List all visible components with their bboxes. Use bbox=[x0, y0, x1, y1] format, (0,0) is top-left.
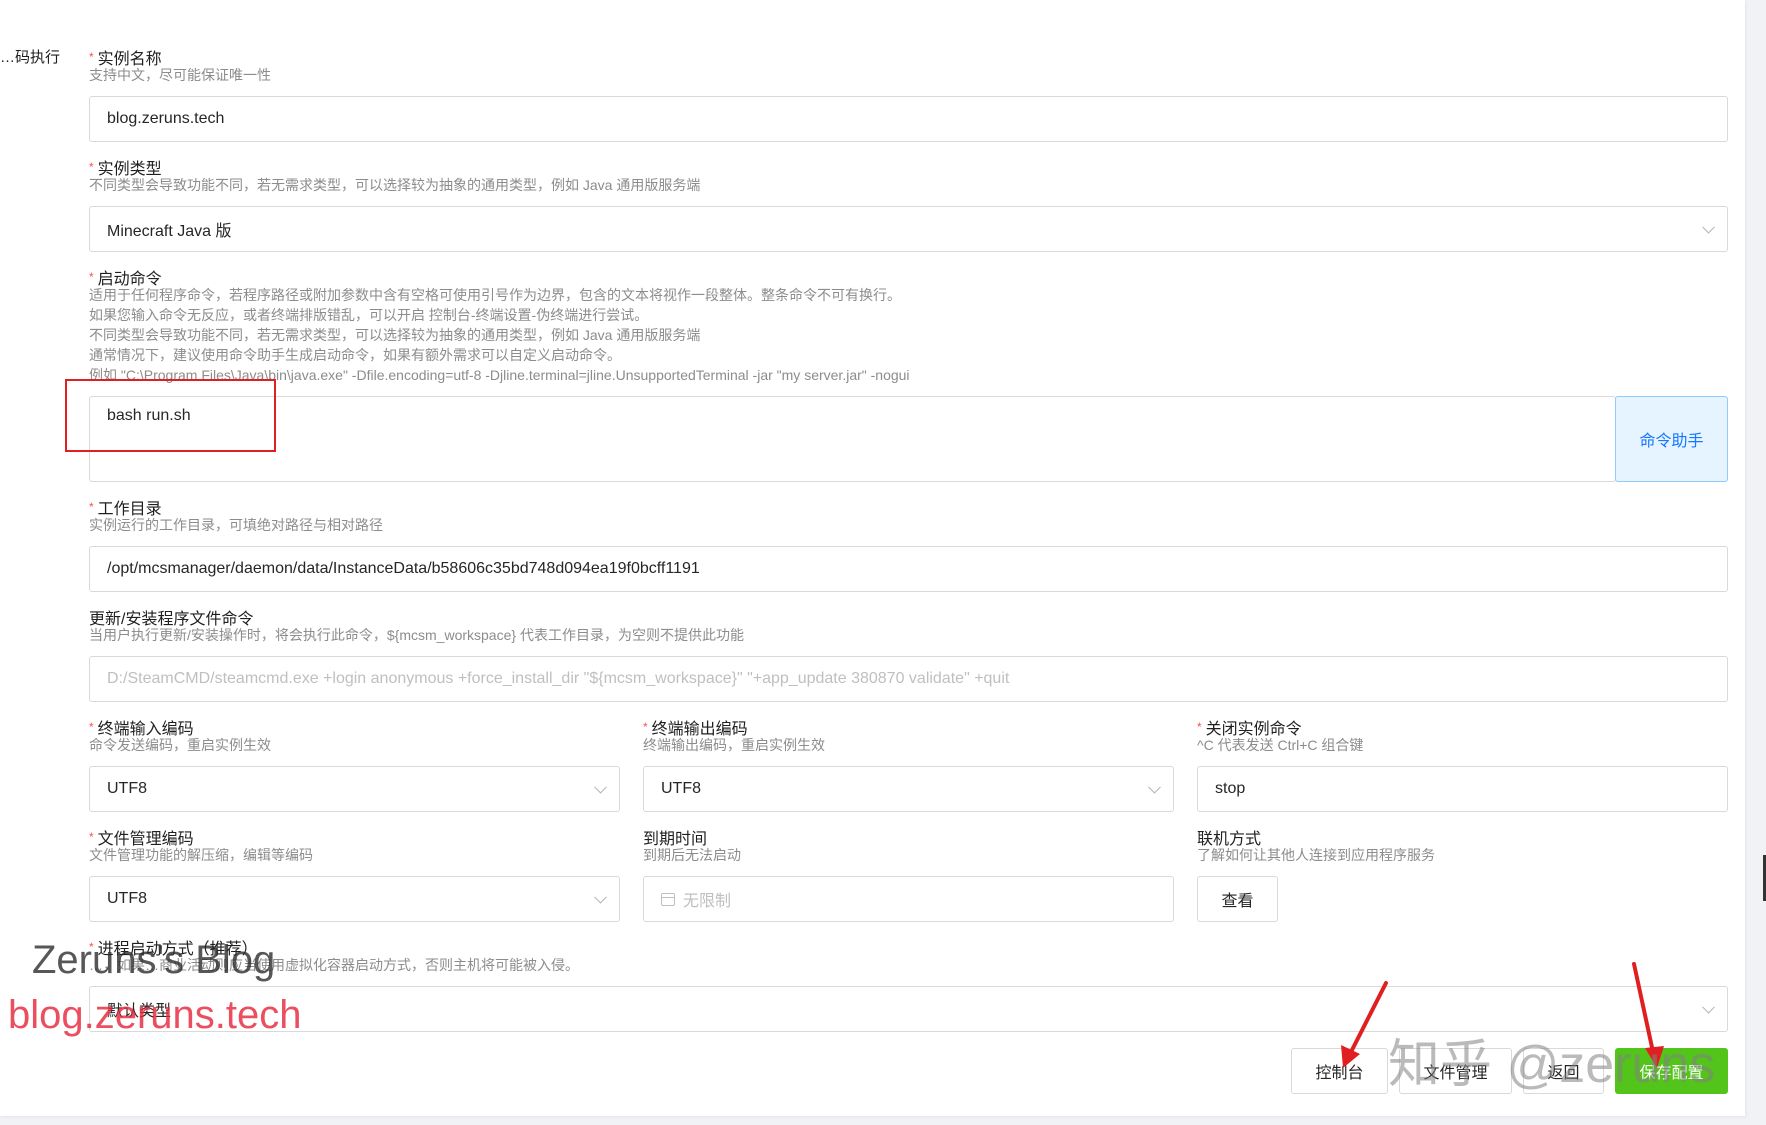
expire-time-placeholder: 无限制 bbox=[683, 893, 732, 910]
file-encoding-select[interactable]: UTF8 bbox=[89, 876, 620, 922]
update-command-help: 当用户执行更新/安装操作时，将会执行此命令，${mcsm_workspace} … bbox=[89, 627, 744, 643]
instance-name-input[interactable]: blog.zeruns.tech bbox=[89, 96, 1728, 142]
start-command-help-3: 不同类型会导致功能不同，若无需求类型，可以选择较为抽象的通用类型，例如 Java… bbox=[89, 327, 701, 343]
back-button[interactable]: 返回 bbox=[1523, 1048, 1604, 1094]
start-command-help-2: 如果您输入命令无反应，或者终端排版错乱，可以开启 控制台-终端设置-伪终端进行尝… bbox=[89, 307, 649, 323]
file-encoding-help: 文件管理功能的解压缩，编辑等编码 bbox=[89, 847, 313, 863]
stop-command-help: ^C 代表发送 Ctrl+C 组合键 bbox=[1197, 737, 1364, 753]
work-dir-help: 实例运行的工作目录，可填绝对路径与相对路径 bbox=[89, 517, 383, 533]
instance-type-value: Minecraft Java 版 bbox=[107, 223, 232, 240]
process-type-select[interactable]: 默认类型 bbox=[89, 986, 1728, 1032]
file-encoding-value: UTF8 bbox=[107, 890, 147, 907]
process-type-help: …，如果…商业活动则应当使用虚拟化容器启动方式，否则主机将可能被入侵。 bbox=[89, 957, 579, 973]
work-dir-input[interactable]: /opt/mcsmanager/daemon/data/InstanceData… bbox=[89, 546, 1728, 592]
output-encoding-value: UTF8 bbox=[661, 780, 701, 797]
output-encoding-help: 终端输出编码，重启实例生效 bbox=[643, 737, 825, 753]
instance-name-help: 支持中文，尽可能保证唯一性 bbox=[89, 67, 271, 83]
expire-time-help: 到期后无法启动 bbox=[643, 847, 741, 863]
update-command-input[interactable]: D:/SteamCMD/steamcmd.exe +login anonymou… bbox=[89, 656, 1728, 702]
file-manage-button[interactable]: 文件管理 bbox=[1399, 1048, 1512, 1094]
calendar-icon bbox=[661, 892, 675, 906]
instance-type-help: 不同类型会导致功能不同，若无需求类型，可以选择较为抽象的通用类型，例如 Java… bbox=[89, 177, 701, 193]
console-button[interactable]: 控制台 bbox=[1291, 1048, 1388, 1094]
chevron-down-icon bbox=[1148, 780, 1161, 794]
chevron-down-icon bbox=[594, 780, 607, 794]
output-encoding-select[interactable]: UTF8 bbox=[643, 766, 1174, 812]
input-encoding-help: 命令发送编码，重启实例生效 bbox=[89, 737, 271, 753]
sidebar-partial-label: …码执行 bbox=[0, 49, 61, 66]
input-encoding-value: UTF8 bbox=[107, 780, 147, 797]
input-encoding-select[interactable]: UTF8 bbox=[89, 766, 620, 812]
save-config-button[interactable]: 保存配置 bbox=[1615, 1048, 1728, 1094]
expire-time-picker[interactable]: 无限制 bbox=[643, 876, 1174, 922]
chevron-down-icon bbox=[1702, 1000, 1715, 1014]
start-command-help-1: 适用于任何程序命令，若程序路径或附加参数中含有空格可使用引号作为边界，包含的文本… bbox=[89, 287, 901, 303]
view-network-button[interactable]: 查看 bbox=[1197, 876, 1278, 922]
chevron-down-icon bbox=[1702, 220, 1715, 234]
command-assistant-button[interactable]: 命令助手 bbox=[1615, 396, 1728, 482]
network-help: 了解如何让其他人连接到应用程序服务 bbox=[1197, 847, 1435, 863]
chevron-down-icon bbox=[594, 890, 607, 904]
stop-command-input[interactable]: stop bbox=[1197, 766, 1728, 812]
start-command-help-4: 通常情况下，建议使用命令助手生成启动命令，如果有额外需求可以自定义启动命令。 bbox=[89, 347, 621, 363]
annotation-box bbox=[65, 379, 276, 452]
instance-type-select[interactable]: Minecraft Java 版 bbox=[89, 206, 1728, 252]
start-command-input[interactable]: bash run.sh bbox=[89, 396, 1616, 482]
process-type-value: 默认类型 bbox=[107, 1003, 172, 1020]
